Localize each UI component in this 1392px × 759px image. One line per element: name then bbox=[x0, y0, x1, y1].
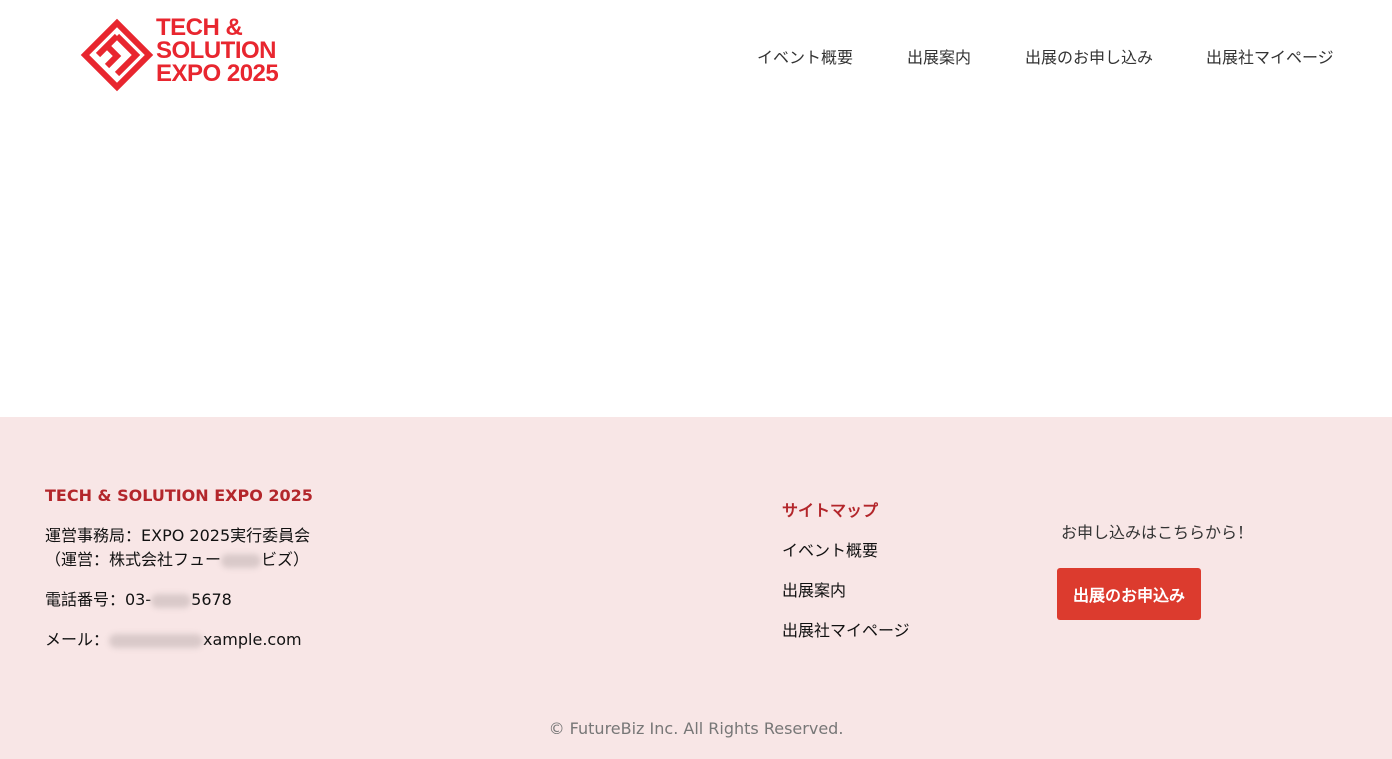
mail-suffix: xample.com bbox=[203, 630, 302, 649]
nav-item-exhibit-application[interactable]: 出展のお申し込み bbox=[1025, 47, 1153, 69]
main-nav: イベント概要 出展案内 出展のお申し込み 出展社マイページ bbox=[0, 47, 1392, 71]
redacted-phone bbox=[151, 593, 192, 608]
nav-item-event-overview[interactable]: イベント概要 bbox=[757, 47, 853, 69]
sitemap-title: サイトマップ bbox=[782, 501, 879, 520]
footer-office: 運営事務局：EXPO 2025実行委員会 bbox=[45, 526, 311, 545]
sitemap-link-event-overview[interactable]: イベント概要 bbox=[782, 537, 878, 561]
mail-prefix: メール： bbox=[45, 630, 110, 649]
site-footer: TECH & SOLUTION EXPO 2025 運営事務局：EXPO 202… bbox=[0, 417, 1392, 759]
sitemap-link-exhibit-info[interactable]: 出展案内 bbox=[782, 577, 846, 601]
phone-suffix: 5678 bbox=[191, 590, 232, 609]
footer-email: メール： xample.com bbox=[45, 629, 302, 651]
nav-item-exhibit-info[interactable]: 出展案内 bbox=[907, 47, 971, 69]
operator-suffix: ビズ） bbox=[261, 550, 310, 569]
operator-prefix: （運営：株式会社フュー bbox=[45, 550, 222, 569]
site-header: TECH & SOLUTION EXPO 2025 イベント概要 出展案内 出展… bbox=[0, 0, 1392, 118]
footer-phone: 電話番号：03- 5678 bbox=[45, 589, 232, 611]
sitemap-link-exhibitor-mypage[interactable]: 出展社マイページ bbox=[782, 617, 910, 641]
phone-prefix: 電話番号：03- bbox=[45, 590, 152, 609]
logo-line-1: TECH & bbox=[156, 14, 243, 41]
nav-item-exhibitor-mypage[interactable]: 出展社マイページ bbox=[1206, 47, 1334, 69]
apply-prompt: お申し込みはこちらから！ bbox=[1061, 523, 1254, 542]
footer-title: TECH & SOLUTION EXPO 2025 bbox=[45, 486, 313, 505]
copyright: © FutureBiz Inc. All Rights Reserved. bbox=[548, 719, 844, 738]
footer-operator: （運営：株式会社フュー ビズ） bbox=[45, 549, 309, 571]
redacted-email bbox=[109, 633, 204, 648]
apply-button[interactable]: 出展のお申込み bbox=[1057, 568, 1201, 620]
redacted-text bbox=[221, 553, 262, 568]
